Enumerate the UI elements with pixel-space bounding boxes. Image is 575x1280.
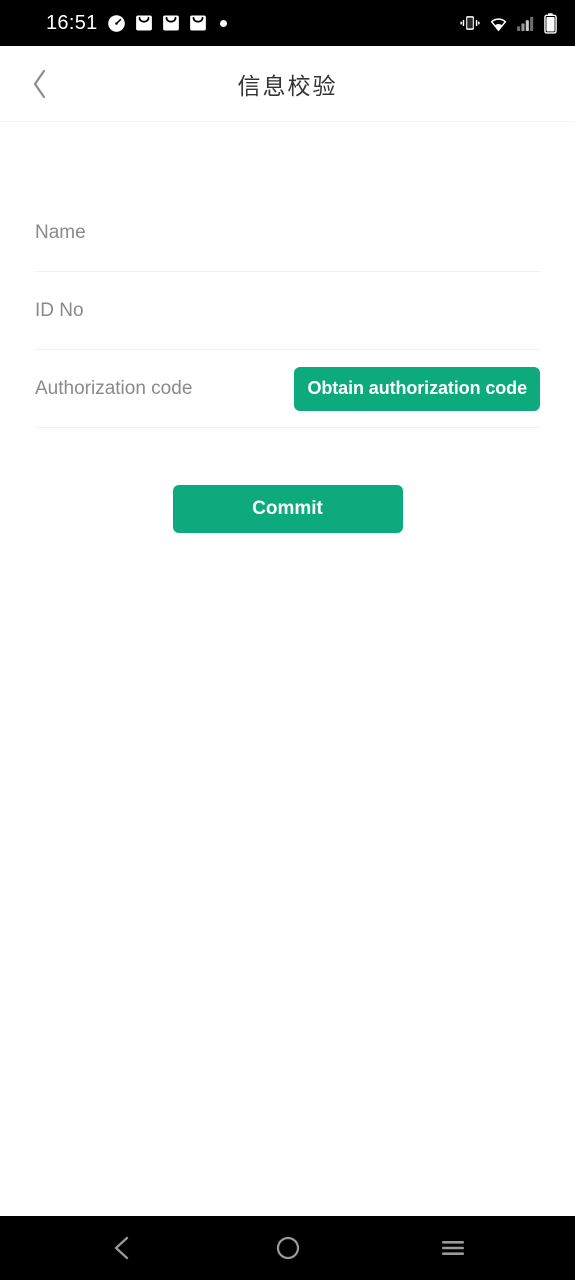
verification-form: Obtain authorization code Commit xyxy=(0,122,575,533)
phone-screen: 16:51 信息校验 Name ID No Authorization code… xyxy=(0,0,575,1280)
app-header: 信息校验 xyxy=(0,46,575,122)
authorization-code-input[interactable] xyxy=(35,350,295,427)
field-row-name[interactable] xyxy=(35,194,540,272)
mail-icon-3 xyxy=(189,15,206,31)
status-bar-left-group: 16:51 xyxy=(46,12,227,35)
notification-dot-icon xyxy=(219,19,227,27)
status-bar-right-group xyxy=(460,12,557,34)
speedometer-icon xyxy=(107,14,125,32)
commit-button-container: Commit xyxy=(0,485,575,533)
vibrate-mode-icon xyxy=(460,16,480,30)
name-input[interactable] xyxy=(35,194,540,271)
nav-recents-button[interactable] xyxy=(413,1216,493,1280)
recents-icon xyxy=(441,1241,464,1255)
chevron-left-icon xyxy=(33,69,46,99)
page-title: 信息校验 xyxy=(237,72,338,99)
obtain-authorization-code-button[interactable]: Obtain authorization code xyxy=(294,366,540,411)
main-content: Obtain authorization code Commit xyxy=(0,122,575,1216)
status-bar-clock: 16:51 xyxy=(46,11,98,34)
nav-back-button[interactable] xyxy=(83,1216,163,1280)
commit-button[interactable]: Commit xyxy=(172,485,403,533)
id-no-input[interactable] xyxy=(35,272,540,349)
mail-icon-2 xyxy=(162,15,179,31)
android-navigation-bar xyxy=(0,1216,575,1280)
cellular-signal-icon xyxy=(517,16,534,31)
nav-home-button[interactable] xyxy=(248,1216,328,1280)
mail-icon-1 xyxy=(135,15,152,31)
wifi-icon xyxy=(490,17,507,31)
battery-icon xyxy=(544,12,557,34)
home-icon xyxy=(276,1236,299,1260)
field-row-id-no[interactable] xyxy=(35,272,540,350)
status-bar: 16:51 xyxy=(0,0,575,46)
field-row-authorization-code[interactable]: Obtain authorization code xyxy=(35,350,540,428)
header-back-button[interactable] xyxy=(10,46,70,122)
back-icon xyxy=(114,1236,128,1260)
